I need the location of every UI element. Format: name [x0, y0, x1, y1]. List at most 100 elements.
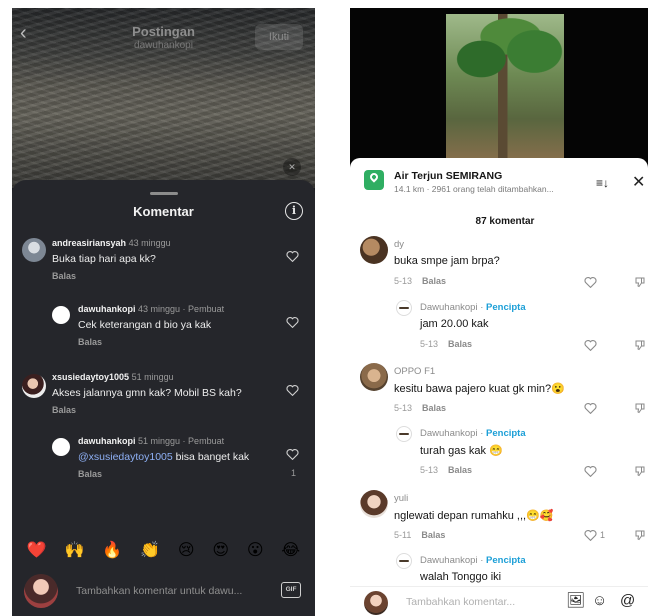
reply-button[interactable]: Balas [448, 339, 472, 349]
emoji-icon[interactable]: ☺ [592, 593, 607, 609]
info-icon[interactable]: i [285, 202, 303, 220]
heart-icon[interactable] [584, 276, 597, 288]
comment-text: walah Tonggo iki [420, 571, 502, 583]
comments-sheet: Komentar i andreasiriansyah 43 minggu Bu… [12, 180, 315, 616]
location-subtitle: 14.1 km · 2961 orang telah ditambahkan..… [394, 184, 554, 194]
heart-icon[interactable] [286, 316, 299, 328]
dislike-icon[interactable] [634, 465, 646, 477]
heart-icon[interactable] [286, 384, 299, 396]
comment-date: 5-13 [420, 339, 439, 349]
reply-button[interactable]: Balas [78, 469, 102, 479]
comment-text: bisa banget kak [172, 451, 250, 463]
dislike-icon[interactable] [634, 339, 646, 351]
comment-date: 5-11 [394, 530, 412, 540]
avatar[interactable] [22, 238, 46, 262]
follow-button[interactable]: Ikuti [255, 24, 303, 50]
emoji-heart-eyes[interactable]: 😍 [212, 540, 229, 560]
comment-username[interactable]: Dawuhankopi [420, 302, 478, 313]
heart-icon[interactable] [584, 465, 597, 477]
sort-icon[interactable]: ≡↓ [596, 176, 609, 190]
comment-text: Akses jalannya gmn kak? Mobil BS kah? [52, 387, 242, 399]
emoji-cry[interactable]: 😢 [178, 540, 195, 560]
comment-time: 43 minggu · Pembuat [138, 304, 225, 314]
close-icon[interactable]: ✕ [632, 172, 645, 192]
comment-text: Cek keterangan d bio ya kak [78, 319, 212, 331]
heart-icon[interactable] [286, 448, 299, 460]
comment-username[interactable]: dawuhankopi [78, 436, 136, 446]
emoji-laugh[interactable]: 😂 [281, 540, 300, 560]
mention-icon[interactable]: @ [620, 593, 635, 609]
location-pin-icon [364, 170, 384, 190]
comment-text: jam 20.00 kak [420, 318, 489, 330]
avatar[interactable] [360, 490, 388, 518]
reply-button[interactable]: Balas [448, 465, 472, 475]
avatar[interactable] [396, 553, 412, 569]
like-count: 1 [600, 530, 606, 540]
dislike-icon[interactable] [634, 529, 646, 541]
heart-icon[interactable] [584, 529, 597, 541]
avatar[interactable] [360, 363, 388, 391]
comment-input[interactable]: Tambahkan komentar untuk dawu... [76, 585, 242, 597]
reply-button[interactable]: Balas [422, 403, 446, 413]
emoji-raised-hands[interactable]: 🙌 [65, 540, 85, 560]
comment-text: kesitu bawa pajero kuat gk min?😮 [394, 383, 565, 395]
top-bar: ‹ Postingan dawuhankopi Ikuti [12, 8, 315, 56]
comment-time: 51 minggu [131, 372, 174, 382]
comment-username[interactable]: dawuhankopi [78, 304, 136, 314]
comment-composer: Tambahkan komentar... 🖼 ☺ @ [350, 586, 648, 616]
creator-badge: Pencipta [486, 555, 526, 566]
comment-username[interactable]: Dawuhankopi [420, 555, 478, 566]
comment-composer: Tambahkan komentar untuk dawu... GIF [12, 572, 315, 616]
reply-button[interactable]: Balas [421, 530, 445, 540]
comment-time: 51 minggu · Pembuat [138, 436, 225, 446]
reply-button[interactable]: Balas [78, 337, 102, 347]
emoji-wow[interactable]: 😮 [247, 540, 264, 560]
comment-text: nglewati depan rumahku ,,,😁🥰 [394, 510, 554, 522]
avatar[interactable] [52, 306, 70, 324]
video-player[interactable] [350, 8, 648, 168]
comment-username[interactable]: OPPO F1 [394, 366, 435, 377]
avatar[interactable] [360, 236, 388, 264]
dislike-icon[interactable] [634, 402, 646, 414]
gif-button[interactable]: GIF [281, 582, 301, 598]
avatar[interactable] [396, 300, 412, 316]
heart-icon[interactable] [286, 250, 299, 262]
tiktok-screen: Air Terjun SEMIRANG 14.1 km · 2961 orang… [350, 8, 648, 616]
instagram-screen: ‹ Postingan dawuhankopi Ikuti ✕ Komentar… [12, 8, 315, 616]
video-frame [446, 14, 564, 164]
emoji-bar: ❤️ 🙌 🔥 👏 😢 😍 😮 😂 [12, 538, 315, 562]
reply-button[interactable]: Balas [422, 276, 446, 286]
reply-button[interactable]: Balas [52, 405, 76, 415]
location-name[interactable]: Air Terjun SEMIRANG [394, 170, 502, 182]
drag-handle[interactable] [150, 192, 178, 195]
comment-text: buka smpe jam brpa? [394, 255, 500, 267]
image-icon[interactable]: 🖼 [566, 593, 585, 609]
heart-icon[interactable] [584, 339, 597, 351]
comment-date: 5-13 [394, 403, 413, 413]
comment-username[interactable]: yuli [394, 493, 408, 504]
reply-button[interactable]: Balas [52, 271, 76, 281]
avatar[interactable] [22, 374, 46, 398]
comment-date: 5-13 [394, 276, 413, 286]
emoji-heart[interactable]: ❤️ [27, 540, 47, 560]
comment-time: 43 minggu [128, 238, 171, 248]
avatar[interactable] [396, 426, 412, 442]
emoji-fire[interactable]: 🔥 [102, 540, 122, 560]
creator-badge: Pencipta [486, 302, 526, 313]
avatar[interactable] [52, 438, 70, 456]
sheet-title: Komentar [133, 204, 194, 219]
mute-icon[interactable]: ✕ [283, 158, 301, 176]
emoji-clap[interactable]: 👏 [140, 540, 160, 560]
dislike-icon[interactable] [634, 276, 646, 288]
comment-username[interactable]: dy [394, 239, 404, 250]
creator-badge: Pencipta [486, 428, 526, 439]
comment-username[interactable]: andreasiriansyah [52, 238, 126, 248]
comment-username[interactable]: Dawuhankopi [420, 428, 478, 439]
comment-text: Buka tiap hari apa kk? [52, 253, 156, 265]
mention-link[interactable]: @xsusiedaytoy1005 [78, 451, 173, 463]
comment-input[interactable]: Tambahkan komentar... [406, 596, 515, 608]
comment-username[interactable]: xsusiedaytoy1005 [52, 372, 129, 382]
user-avatar [364, 591, 388, 615]
like-count: 1 [290, 468, 296, 478]
heart-icon[interactable] [584, 402, 597, 414]
